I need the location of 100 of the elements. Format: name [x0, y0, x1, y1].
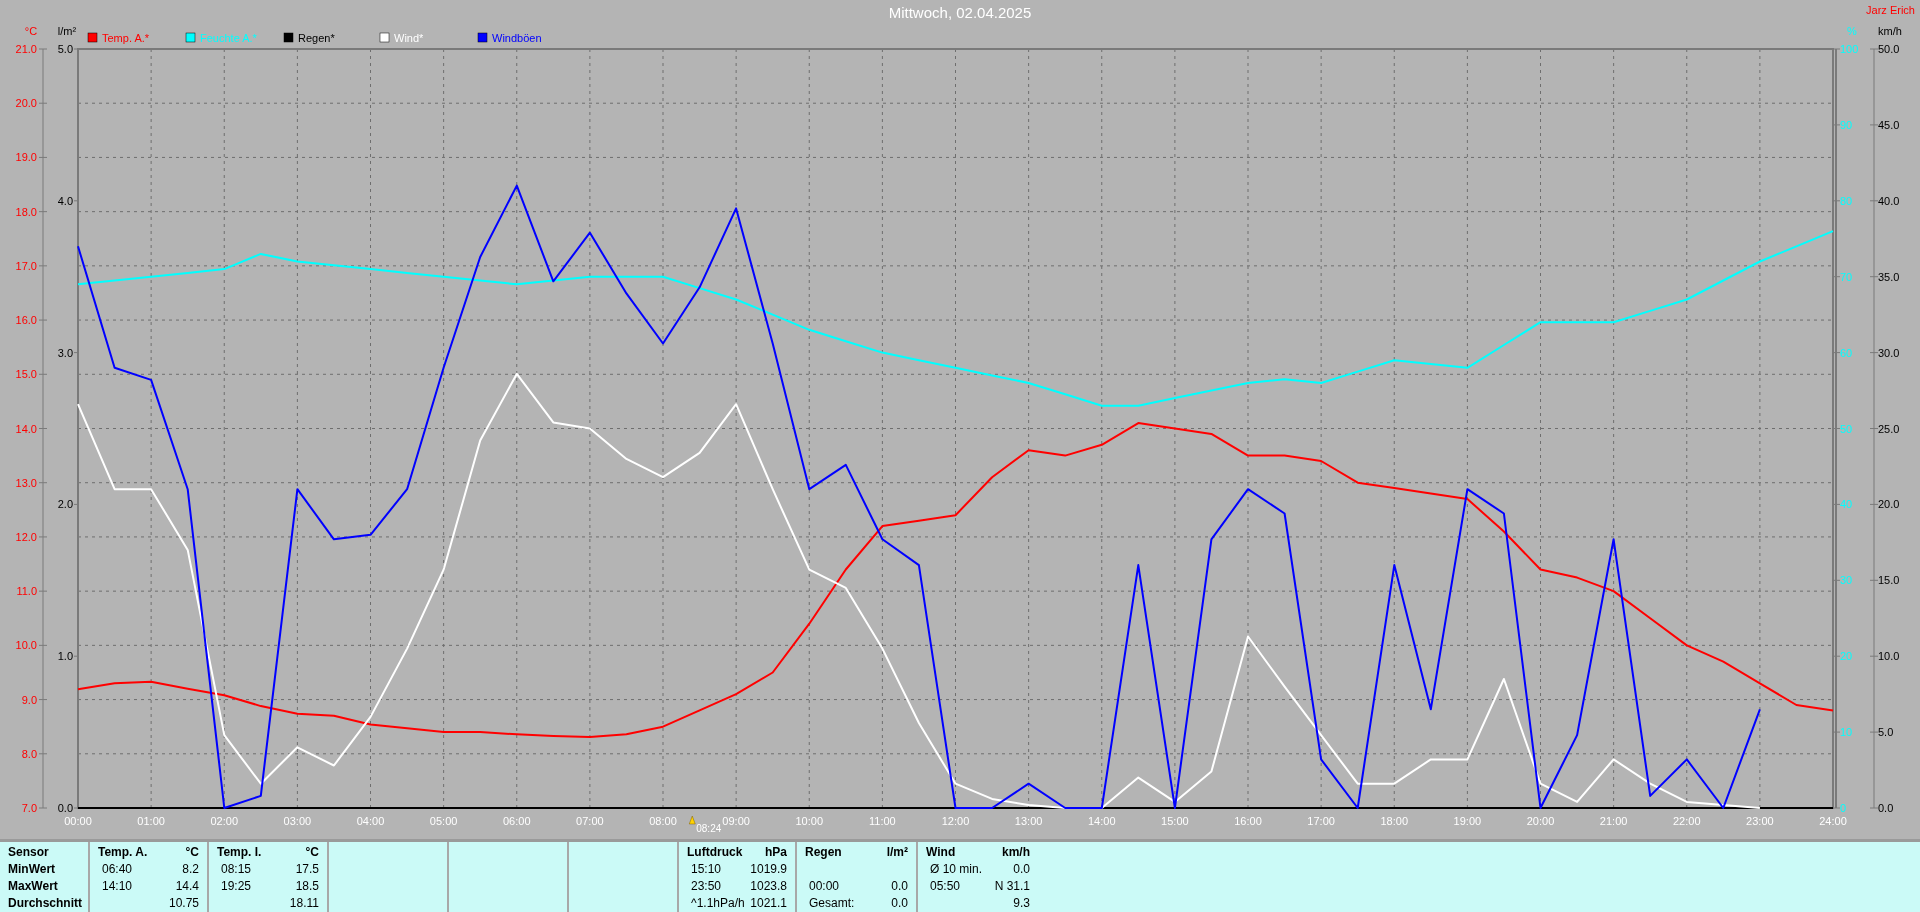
tick-label: 40	[1840, 498, 1853, 511]
tick-label: 13.0	[15, 476, 37, 489]
tick-label: 07:00	[576, 815, 604, 827]
tick-label: 60	[1840, 346, 1853, 359]
table-cell: 1023.8	[750, 878, 787, 895]
tick-label: 40.0	[1878, 194, 1900, 207]
axis-unit-label: l/m²	[57, 25, 77, 37]
unit-label: hPa	[765, 844, 787, 861]
column-header: Temp. A.	[98, 844, 148, 861]
legend-label: Regen*	[298, 32, 335, 44]
unit-label: l/m²	[886, 844, 908, 861]
tick-label: 20.0	[15, 97, 37, 110]
table-cell-text: 06:40	[101, 861, 133, 878]
column-header: Temp. I.	[217, 844, 262, 861]
tick-label: 10:00	[795, 815, 823, 827]
table-cell-text: 14:10	[101, 878, 133, 895]
tick-label: 45.0	[1878, 118, 1900, 131]
table-cell: 0.0	[891, 878, 908, 895]
tick-label: 80	[1840, 194, 1853, 207]
row-label: MinWert	[8, 861, 57, 878]
tick-label: 4.0	[57, 194, 73, 207]
tick-label: 5.0	[1878, 726, 1894, 739]
legend-label: Wind*	[394, 32, 424, 44]
tick-label: 09:00	[722, 815, 750, 827]
tick-label: 06:00	[503, 815, 531, 827]
tick-label: 10.0	[1878, 650, 1900, 663]
tick-label: 22:00	[1673, 815, 1701, 827]
table-cell: 18.5	[295, 878, 319, 895]
tick-label: 30.0	[1878, 346, 1900, 359]
tick-label: 19.0	[15, 151, 37, 164]
tick-label: 18.0	[15, 205, 37, 218]
tick-label: 16.0	[15, 314, 37, 327]
legend-label: Temp. A.*	[102, 32, 150, 44]
table-cell-text: 23:50	[690, 878, 722, 895]
tick-label: 35.0	[1878, 270, 1900, 283]
tick-label: 12.0	[15, 530, 37, 543]
table-cell-text: 05:50	[929, 878, 961, 895]
marker-icon	[689, 815, 696, 825]
axis-unit-label: km/h	[1878, 25, 1902, 37]
table-cell: 18.11	[289, 895, 319, 912]
tick-label: 00:00	[64, 815, 92, 827]
tick-label: 3.0	[57, 346, 73, 359]
table-cell-text: ^1.1hPa/h	[690, 895, 745, 912]
table-cell-text: Ø 10 min.	[929, 861, 983, 878]
tick-label: 14.0	[15, 422, 37, 435]
row-label: Sensor	[8, 844, 50, 861]
row-label: MaxWert	[8, 878, 59, 895]
tick-label: 11.0	[16, 585, 37, 598]
tick-label: 01:00	[137, 815, 165, 827]
tick-label: 23:00	[1746, 815, 1774, 827]
unit-label: °C	[305, 844, 319, 861]
axis-unit-label: %	[1847, 25, 1857, 37]
tick-label: 15.0	[1878, 574, 1900, 587]
tick-label: 08:00	[649, 815, 677, 827]
tick-label: 15:00	[1161, 815, 1189, 827]
table-cell: 1019.9	[750, 861, 787, 878]
table-cell-text: 00:00	[808, 878, 840, 895]
tick-label: 15.0	[15, 368, 37, 381]
tick-label: 9.0	[21, 693, 37, 706]
tick-label: 21.0	[15, 43, 37, 55]
tick-label: 50	[1840, 422, 1853, 435]
author-label: Jarz Erich	[1866, 4, 1915, 16]
tick-label: 0.0	[1878, 802, 1894, 814]
tick-label: 10.0	[15, 639, 37, 652]
tick-label: 20	[1840, 650, 1853, 663]
table-cell: 9.3	[1013, 895, 1030, 912]
tick-label: 19:00	[1453, 815, 1482, 827]
tick-label: 20.0	[1878, 498, 1900, 511]
tick-label: 1.0	[57, 650, 73, 663]
unit-label: km/h	[1002, 844, 1030, 861]
tick-label: 03:00	[283, 815, 312, 827]
table-cell: 10.75	[168, 895, 199, 912]
unit-label: °C	[185, 844, 199, 861]
tick-label: 50.0	[1878, 43, 1900, 55]
legend-label: Windböen	[492, 32, 542, 44]
tick-label: 0.0	[57, 802, 73, 814]
table-cell: 14.4	[175, 878, 199, 895]
tick-label: 7.0	[21, 802, 37, 814]
tick-label: 21:00	[1599, 815, 1628, 827]
tick-label: 0	[1840, 802, 1847, 814]
tick-label: 11:00	[869, 815, 896, 827]
tick-label: 5.0	[57, 43, 73, 55]
tick-label: 10	[1840, 726, 1853, 739]
tick-label: 02:00	[210, 815, 238, 827]
tick-label: 16:00	[1234, 815, 1262, 827]
tick-label: 13:00	[1014, 815, 1043, 827]
table-cell: N 31.1	[994, 878, 1030, 895]
tick-label: 90	[1840, 118, 1853, 131]
tick-label: 18:00	[1380, 815, 1408, 827]
axis-unit-label: °C	[24, 25, 38, 37]
tick-label: 12:00	[941, 815, 970, 827]
tick-label: 8.0	[21, 747, 37, 760]
tick-label: 2.0	[57, 498, 73, 511]
tick-label: 20:00	[1526, 815, 1555, 827]
table-cell-text: Gesamt:	[808, 895, 855, 912]
column-header: Luftdruck	[687, 844, 743, 861]
column-header: Wind	[926, 844, 956, 861]
table-cell-text: 19:25	[220, 878, 252, 895]
chart-title: Mittwoch, 02.04.2025	[888, 4, 1032, 21]
table-cell: 8.2	[182, 861, 199, 878]
